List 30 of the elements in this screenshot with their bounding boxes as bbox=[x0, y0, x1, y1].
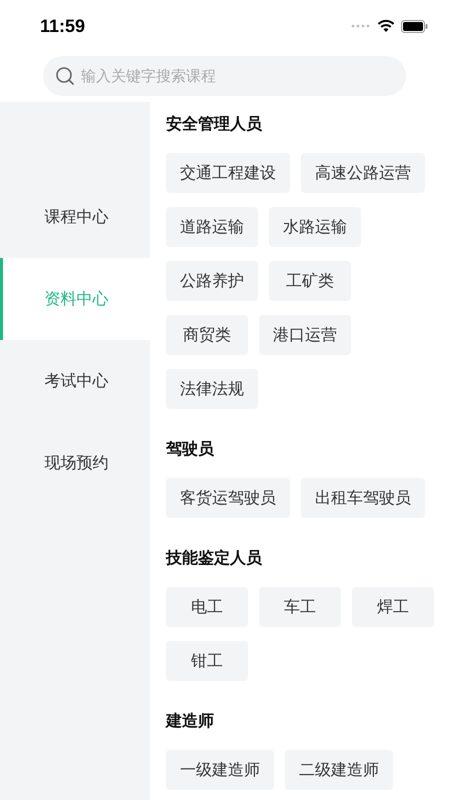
category-tag[interactable]: 水路运输 bbox=[269, 207, 361, 247]
category-tag[interactable]: 港口运营 bbox=[259, 315, 351, 355]
category-tag[interactable]: 焊工 bbox=[352, 587, 434, 627]
section-heading: 驾驶员 bbox=[166, 439, 215, 460]
wifi-icon bbox=[377, 19, 395, 33]
status-time: 11:59 bbox=[40, 16, 86, 36]
category-tag[interactable]: 出租车驾驶员 bbox=[301, 478, 425, 518]
category-tag[interactable]: 工矿类 bbox=[269, 261, 351, 301]
category-tag[interactable]: 公路养护 bbox=[166, 261, 258, 301]
section-heading: 技能鉴定人员 bbox=[166, 548, 263, 569]
sidebar-item[interactable]: 课程中心 bbox=[0, 176, 150, 258]
search-icon bbox=[55, 66, 75, 86]
category-tag[interactable]: 二级建造师 bbox=[285, 750, 393, 790]
sidebar-item[interactable]: 现场预约 bbox=[0, 422, 150, 504]
category-tag[interactable]: 车工 bbox=[259, 587, 341, 627]
section-heading: 安全管理人员 bbox=[166, 114, 263, 135]
category-tag[interactable]: 电工 bbox=[166, 587, 248, 627]
search-field[interactable]: 输入关键字搜索课程 bbox=[43, 56, 406, 96]
category-tag[interactable]: 一级建造师 bbox=[166, 750, 274, 790]
category-tag[interactable]: 客货运驾驶员 bbox=[166, 478, 290, 518]
section-heading: 建造师 bbox=[166, 711, 215, 732]
signal-dots-icon bbox=[351, 24, 371, 28]
sidebar-item[interactable]: 考试中心 bbox=[0, 340, 150, 422]
category-tag[interactable]: 道路运输 bbox=[166, 207, 258, 247]
category-tag[interactable]: 法律法规 bbox=[166, 369, 258, 409]
battery-icon bbox=[401, 20, 428, 32]
category-tag[interactable]: 钳工 bbox=[166, 641, 248, 681]
category-tag[interactable]: 商贸类 bbox=[166, 315, 248, 355]
category-tag[interactable]: 高速公路运营 bbox=[301, 153, 425, 193]
category-tag[interactable]: 交通工程建设 bbox=[166, 153, 290, 193]
